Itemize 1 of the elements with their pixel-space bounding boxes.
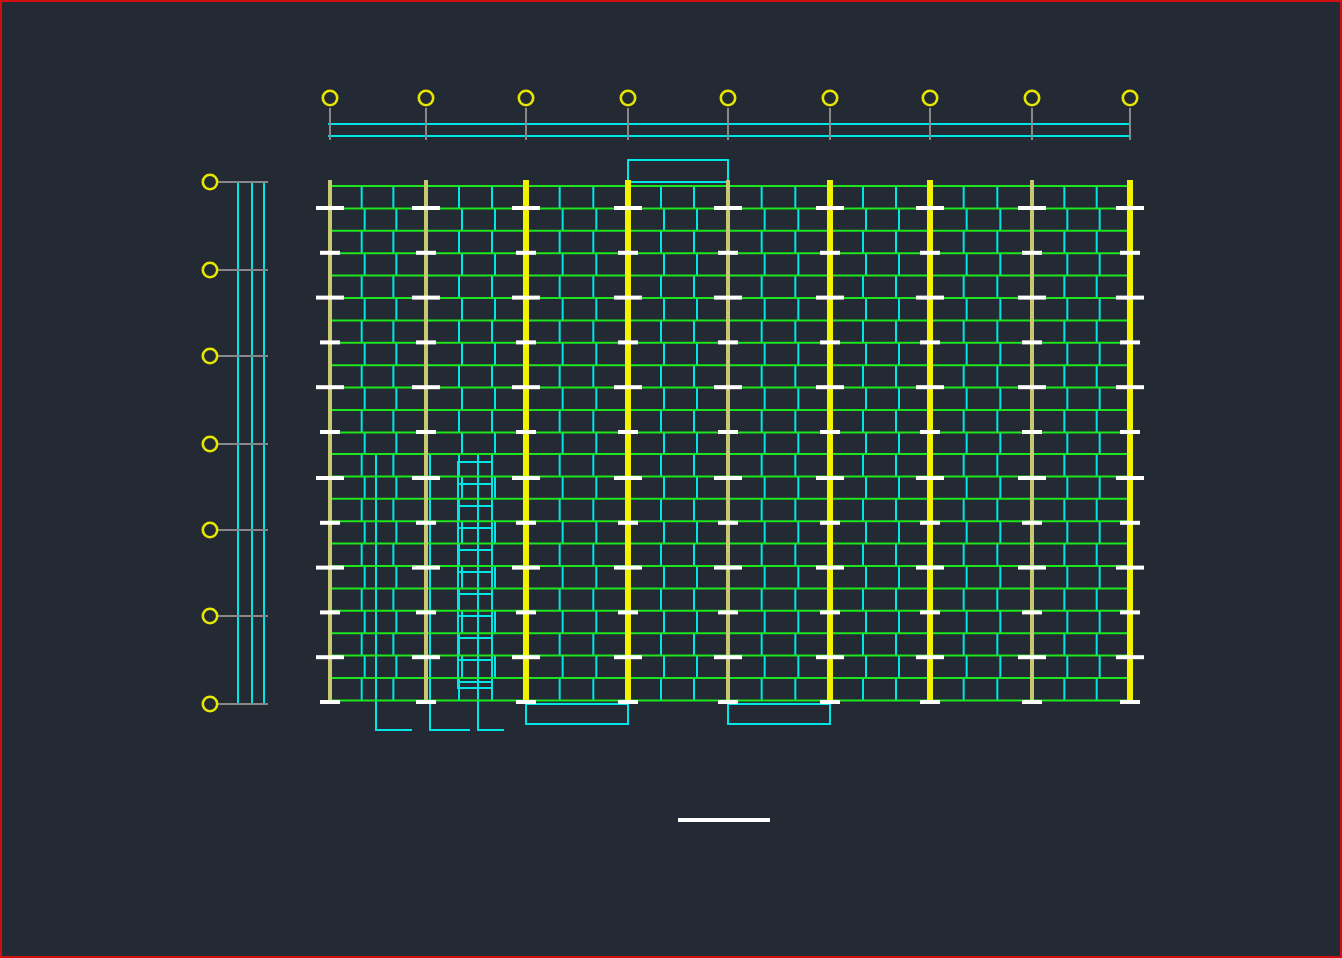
scale-bar xyxy=(678,818,770,822)
